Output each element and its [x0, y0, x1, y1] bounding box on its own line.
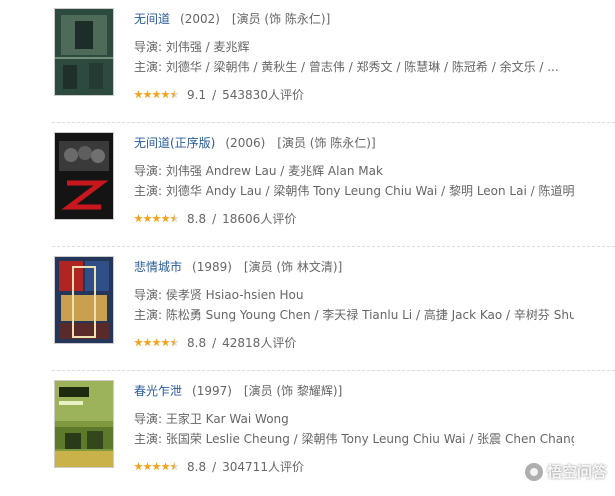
star-icon — [161, 214, 170, 223]
watermark-text: 悟空问答 — [546, 463, 607, 481]
movie-poster[interactable] — [54, 132, 114, 220]
rating-stars — [134, 462, 179, 471]
movie-year: (2006) — [225, 136, 266, 150]
rating-separator: / — [212, 87, 217, 102]
star-icon — [143, 214, 152, 223]
item-divider — [52, 370, 615, 371]
star-icon — [161, 338, 170, 347]
movie-rating: 9.1 / 543830人评价 — [134, 86, 304, 103]
rating-score: 9.1 — [187, 87, 207, 102]
star-icon — [134, 214, 143, 223]
movie-title-link[interactable]: 无间道(正序版) — [134, 136, 215, 150]
movie-item: 无间道 (2002) [演员 (饰 陈永仁)] 导演: 刘伟强 / 麦兆辉 主演: … — [0, 0, 615, 124]
half-star-icon — [170, 338, 179, 347]
watermark: 悟空问答 — [524, 461, 607, 482]
movie-rating: 8.8 / 42818人评价 — [134, 334, 296, 351]
movie-title-row: 无间道(正序版) (2006) [演员 (饰 陈永仁)] — [134, 134, 376, 151]
star-icon — [161, 462, 170, 471]
movie-director: 导演: 王家卫 Kar Wai Wong — [134, 412, 289, 426]
poster-image — [55, 381, 113, 467]
star-icon — [143, 90, 152, 99]
movie-director: 导演: 刘伟强 Andrew Lau / 麦兆辉 Alan Mak — [134, 164, 383, 178]
movie-title-row: 无间道 (2002) [演员 (饰 陈永仁)] — [134, 10, 330, 27]
star-icon — [152, 338, 161, 347]
movie-year: (2002) — [180, 12, 220, 26]
movie-rating: 8.8 / 18606人评价 — [134, 210, 296, 227]
star-icon — [152, 214, 161, 223]
star-icon — [161, 90, 170, 99]
rating-count: 543830人评价 — [222, 88, 304, 102]
rating-score: 8.8 — [187, 459, 207, 474]
item-divider — [52, 246, 615, 247]
rating-stars — [134, 90, 179, 99]
star-icon — [143, 338, 152, 347]
rating-separator: / — [212, 459, 217, 474]
movie-item: 悲情城市 (1989) [演员 (饰 林文清)] 导演: 侯孝贤 Hsiao-hsi… — [0, 248, 615, 372]
movie-title-link[interactable]: 无间道 — [134, 12, 170, 26]
movie-cast: 主演: 刘德华 Andy Lau / 梁朝伟 Tony Leung Chiu W… — [134, 184, 574, 198]
movie-director: 导演: 刘伟强 / 麦兆辉 — [134, 40, 250, 54]
poster-image — [55, 257, 113, 343]
movie-role: [演员 (饰 黎耀辉)] — [243, 384, 343, 398]
rating-count: 18606人评价 — [222, 212, 297, 226]
rating-separator: / — [212, 335, 217, 350]
movie-role: [演员 (饰 陈永仁)] — [231, 12, 331, 26]
star-icon — [134, 338, 143, 347]
rating-stars — [134, 338, 179, 347]
star-icon — [152, 462, 161, 471]
movie-title-row: 春光乍泄 (1997) [演员 (饰 黎耀辉)] — [134, 382, 342, 399]
star-icon — [152, 90, 161, 99]
star-icon — [134, 462, 143, 471]
movie-role: [演员 (饰 林文清)] — [243, 260, 343, 274]
movie-year: (1997) — [192, 384, 232, 398]
movie-role: [演员 (饰 陈永仁)] — [277, 136, 376, 150]
item-divider — [52, 122, 615, 123]
movie-poster[interactable] — [54, 380, 114, 468]
movie-director: 导演: 侯孝贤 Hsiao-hsien Hou — [134, 288, 304, 302]
wukong-logo-icon — [524, 462, 543, 481]
movie-title-link[interactable]: 春光乍泄 — [134, 384, 182, 398]
rating-score: 8.8 — [187, 335, 207, 350]
movie-cast: 主演: 刘德华 / 梁朝伟 / 黄秋生 / 曾志伟 / 郑秀文 / 陈慧琳 / … — [134, 60, 559, 74]
rating-stars — [134, 214, 179, 223]
poster-image — [55, 133, 113, 219]
half-star-icon — [170, 462, 179, 471]
movie-item: 春光乍泄 (1997) [演员 (饰 黎耀辉)] 导演: 王家卫 Kar Wai W… — [0, 372, 615, 496]
half-star-icon — [170, 90, 179, 99]
rating-count: 304711人评价 — [222, 460, 304, 474]
movie-title-link[interactable]: 悲情城市 — [134, 260, 182, 274]
rating-score: 8.8 — [187, 211, 207, 226]
rating-separator: / — [212, 211, 217, 226]
star-icon — [134, 90, 143, 99]
movie-cast: 主演: 张国荣 Leslie Cheung / 梁朝伟 Tony Leung C… — [134, 432, 574, 446]
movie-year: (1989) — [192, 260, 232, 274]
movie-item: 无间道(正序版) (2006) [演员 (饰 陈永仁)] 导演: 刘伟强 Andre… — [0, 124, 615, 248]
movie-poster[interactable] — [54, 8, 114, 96]
movie-title-row: 悲情城市 (1989) [演员 (饰 林文清)] — [134, 258, 342, 275]
rating-count: 42818人评价 — [222, 336, 297, 350]
half-star-icon — [170, 214, 179, 223]
movie-cast: 主演: 陈松勇 Sung Young Chen / 李天禄 Tianlu Li … — [134, 308, 574, 322]
movie-rating: 8.8 / 304711人评价 — [134, 458, 304, 475]
star-icon — [143, 462, 152, 471]
poster-image — [55, 9, 113, 95]
movie-poster[interactable] — [54, 256, 114, 344]
